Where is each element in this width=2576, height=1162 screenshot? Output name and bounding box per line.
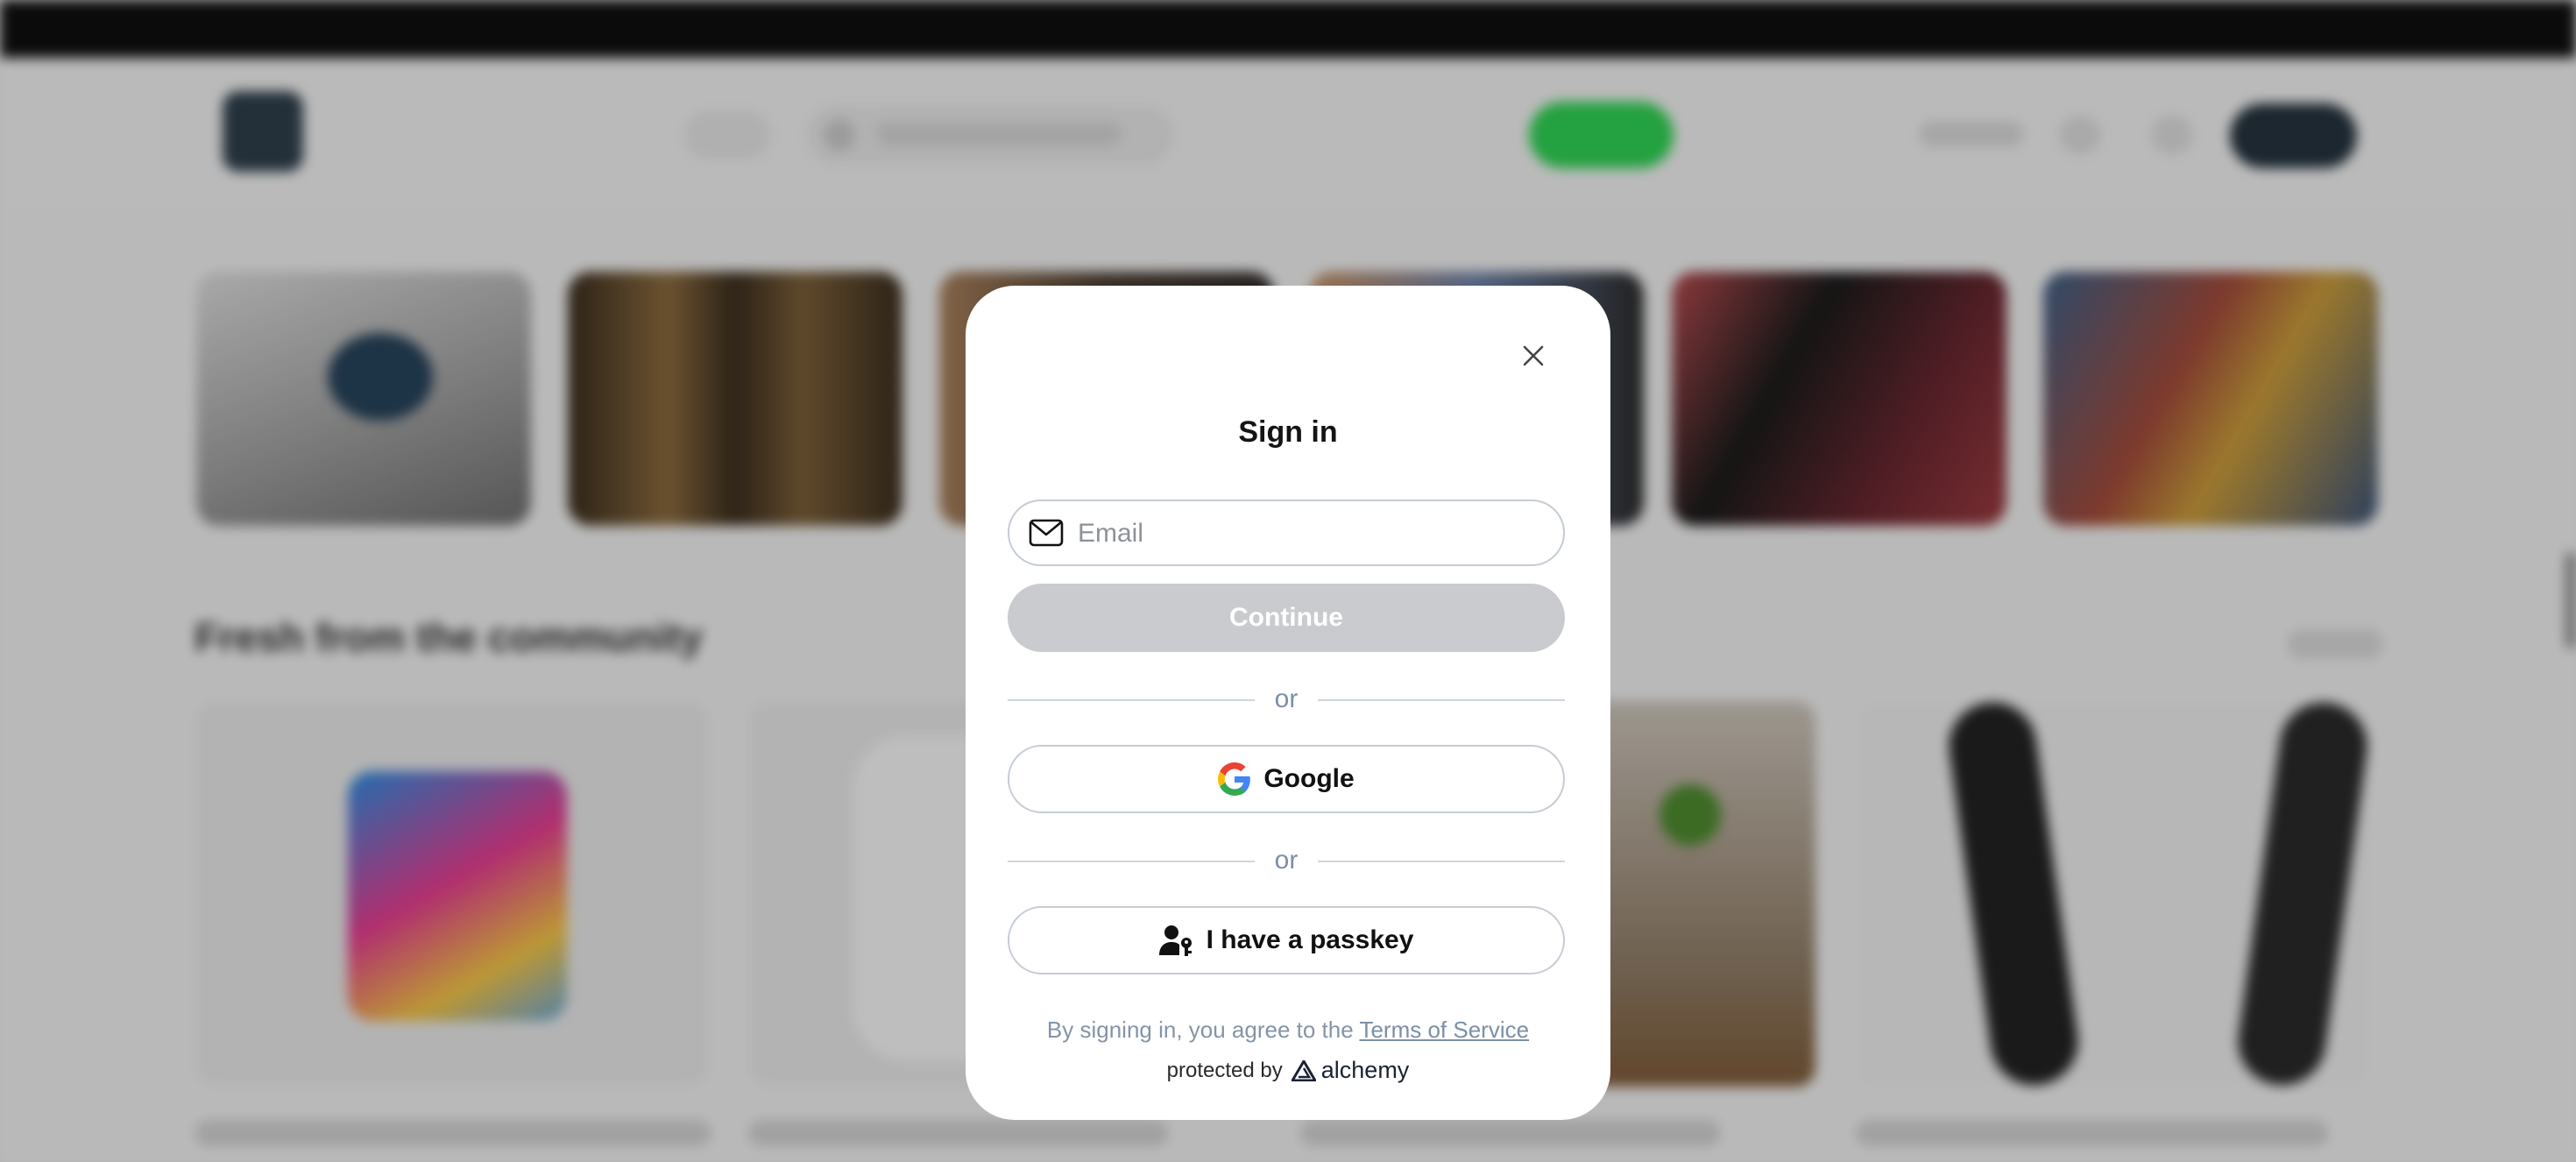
mail-icon: [1029, 519, 1064, 547]
modal-title: Sign in: [1238, 415, 1338, 449]
google-logo-icon: [1218, 762, 1251, 796]
protected-by-label: protected by: [1166, 1058, 1283, 1082]
divider-line: [1318, 861, 1565, 862]
google-button-label: Google: [1263, 764, 1355, 793]
or-divider: or: [1008, 843, 1565, 878]
alchemy-wordmark: alchemy: [1320, 1057, 1410, 1083]
passkey-button[interactable]: I have a passkey: [1008, 906, 1565, 974]
terms-notice: By signing in, you agree to the Terms of…: [966, 1017, 1610, 1044]
google-sign-in-button[interactable]: Google: [1008, 745, 1565, 813]
close-button[interactable]: [1509, 331, 1558, 380]
alchemy-logo: alchemy: [1291, 1057, 1410, 1084]
user-key-icon: [1158, 925, 1192, 956]
sign-in-modal: Sign in Continue or Google or: [966, 286, 1610, 1120]
email-input[interactable]: [1076, 508, 1544, 559]
passkey-button-label: I have a passkey: [1206, 925, 1414, 954]
terms-of-service-link[interactable]: Terms of Service: [1359, 1017, 1529, 1043]
close-icon: [1523, 345, 1544, 366]
or-divider: or: [1008, 682, 1565, 717]
divider-line: [1318, 699, 1565, 701]
protected-by: protected by alchemy: [966, 1057, 1610, 1084]
continue-button[interactable]: Continue: [1008, 584, 1565, 652]
email-field[interactable]: [1008, 500, 1565, 566]
alchemy-logo-icon: [1291, 1059, 1316, 1081]
terms-prefix: By signing in, you agree to the: [1046, 1017, 1360, 1043]
